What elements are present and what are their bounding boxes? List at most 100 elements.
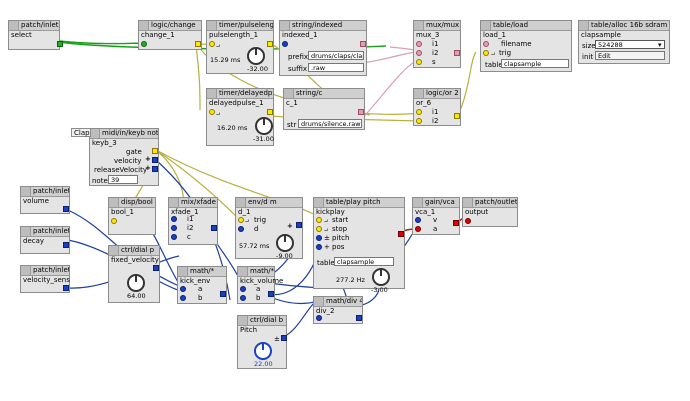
outlet-output-object[interactable]: patch/outlet a output	[462, 197, 518, 227]
outlet-port[interactable]	[153, 265, 159, 271]
inlet-b[interactable]	[240, 295, 246, 301]
inlet-a[interactable]	[180, 286, 186, 292]
inlet-port[interactable]	[465, 218, 471, 224]
dial-knob[interactable]	[372, 268, 390, 286]
outlet-port[interactable]	[360, 41, 366, 47]
inlet-port[interactable]	[141, 41, 147, 47]
inlet-i2[interactable]	[416, 118, 422, 124]
inlet-a[interactable]	[240, 286, 246, 292]
inlet-i1[interactable]	[416, 109, 422, 115]
inlet-start[interactable]	[316, 217, 322, 223]
inlet-port[interactable]	[209, 109, 215, 115]
outlet-port[interactable]	[296, 222, 302, 228]
inlet-stop[interactable]	[316, 226, 322, 232]
disp-bool-object[interactable]: disp/bool bool_1	[108, 197, 156, 235]
gain-vca-object[interactable]: gain/vca vca_1 v a	[412, 197, 460, 235]
outlet-port[interactable]	[454, 113, 460, 119]
str-field[interactable]: drums/silence.raw	[298, 119, 362, 128]
inlet-volume-object[interactable]: patch/inlet f volume	[20, 186, 70, 214]
outlet-port[interactable]	[454, 50, 460, 56]
inlet-velocity-sens-object[interactable]: patch/inlet f velocity_sens	[20, 265, 70, 293]
env-dm-object[interactable]: env/d m d_1 ⨼ trig + d 57.72 ms -9.00	[235, 197, 303, 260]
inlet-trig[interactable]	[238, 217, 244, 223]
bipolar-glyph: +	[145, 164, 151, 172]
gate-outlet[interactable]	[152, 148, 158, 154]
table-field[interactable]: clapsample	[501, 59, 569, 68]
inlet-b[interactable]	[180, 295, 186, 301]
object-name: load_1	[483, 31, 506, 39]
timer-delayedpulse-object[interactable]: timer/delayedpulse delayedpulse_1 ⨼ 16.2…	[206, 88, 274, 146]
ctrl-dial-b-object[interactable]: ctrl/dial b Pitch ± 22.00	[237, 315, 287, 369]
math-multiply-kick-volume-object[interactable]: math/* kick_volume a b	[237, 266, 283, 304]
dial-knob[interactable]	[276, 234, 294, 252]
inlet-i1[interactable]	[416, 41, 422, 47]
table-load-object[interactable]: table/load load_1 filename ⨼ trig table …	[480, 20, 572, 72]
outlet-port[interactable]	[220, 291, 226, 297]
dial-knob[interactable]	[127, 274, 145, 292]
mix-xfade-object[interactable]: mix/xfade xfade_1 i1 i2 c	[168, 197, 218, 245]
dial-knob[interactable]	[254, 342, 272, 360]
inlet-filename-label: filename	[501, 40, 532, 48]
outlet-port[interactable]	[267, 41, 273, 47]
inlet-select-object[interactable]: patch/inlet i select	[8, 20, 63, 50]
outlet-port[interactable]	[57, 41, 63, 47]
outlet-port[interactable]	[63, 206, 69, 212]
object-name: output	[465, 208, 489, 216]
velocity-outlet[interactable]	[152, 157, 158, 163]
inlet-i2-label: i2	[187, 224, 194, 232]
string-c-object[interactable]: string/c c_1 str drums/silence.raw	[283, 88, 365, 130]
logic-change-object[interactable]: logic/change change_1	[138, 20, 202, 50]
outlet-port[interactable]	[267, 109, 273, 115]
outlet-port[interactable]	[356, 315, 362, 321]
inlet-port[interactable]	[209, 41, 215, 47]
keyb-note-object[interactable]: midi/in/keyb note keyb_3 gate velocity +…	[89, 128, 159, 186]
inlet-filename[interactable]	[483, 41, 489, 47]
dial-knob[interactable]	[247, 47, 265, 65]
math-div-object[interactable]: math/div 4 div_2	[313, 296, 363, 324]
inlet-decay-object[interactable]: patch/inlet f decay	[20, 226, 70, 254]
outlet-port[interactable]	[63, 285, 69, 291]
outlet-port[interactable]	[195, 41, 201, 47]
inlet-b-label: b	[256, 294, 261, 302]
outlet-port[interactable]	[268, 291, 274, 297]
inlet-s[interactable]	[416, 59, 422, 65]
outlet-port[interactable]	[398, 231, 404, 237]
inlet-port[interactable]	[282, 41, 288, 47]
suffix-field[interactable]: .raw	[308, 63, 364, 72]
inlet-i1-label: i1	[432, 40, 439, 48]
inlet-pitch[interactable]	[316, 235, 322, 241]
logic-or-object[interactable]: logic/or 2 or_6 i1 i2	[413, 88, 461, 126]
outlet-port[interactable]	[281, 335, 287, 341]
inlet-trig-label: trig	[499, 49, 512, 57]
inlet-d[interactable]	[238, 226, 244, 232]
size-select[interactable]: 524288	[595, 40, 665, 49]
release-velocity-outlet[interactable]	[152, 166, 158, 172]
ctrl-dial-p-object[interactable]: ctrl/dial p fixed_velocity 64.00	[108, 245, 160, 303]
inlet-a[interactable]	[415, 226, 421, 232]
note-field[interactable]: 39	[108, 175, 138, 184]
inlet-i1[interactable]	[171, 216, 177, 222]
prefix-field[interactable]: drums/claps/clap0	[308, 51, 364, 60]
table-field[interactable]: clapsample	[334, 257, 394, 266]
table-alloc-object[interactable]: table/alloc 16b sdram clapsample size 52…	[578, 20, 670, 64]
dial-knob[interactable]	[255, 117, 273, 135]
bipolar-glyph: +	[287, 222, 293, 230]
inlet-i2[interactable]	[416, 50, 422, 56]
timer-pulselength-object[interactable]: timer/pulselength pulselength_1 ⨼ 15.29 …	[206, 20, 274, 74]
init-edit-button[interactable]: Edit	[595, 51, 665, 60]
inlet-i2[interactable]	[171, 225, 177, 231]
outlet-port[interactable]	[63, 242, 69, 248]
outlet-port[interactable]	[453, 220, 459, 226]
inlet-trig[interactable]	[483, 50, 489, 56]
inlet-c[interactable]	[171, 234, 177, 240]
outlet-port[interactable]	[358, 109, 364, 115]
mux-object[interactable]: mux/mux 2 mux_3 i1 i2 s	[413, 20, 461, 68]
math-multiply-kick-env-object[interactable]: math/* kick_env a b	[177, 266, 227, 304]
inlet-port[interactable]	[316, 315, 322, 321]
inlet-port[interactable]	[111, 218, 117, 224]
outlet-port[interactable]	[211, 225, 217, 231]
inlet-v[interactable]	[415, 217, 421, 223]
string-indexed-object[interactable]: string/indexed indexed_1 prefix drums/cl…	[279, 20, 367, 76]
table-play-pitch-object[interactable]: table/play pitch kickplay ⨼ start ⨼ stop…	[313, 197, 405, 289]
inlet-pos[interactable]	[316, 244, 322, 250]
